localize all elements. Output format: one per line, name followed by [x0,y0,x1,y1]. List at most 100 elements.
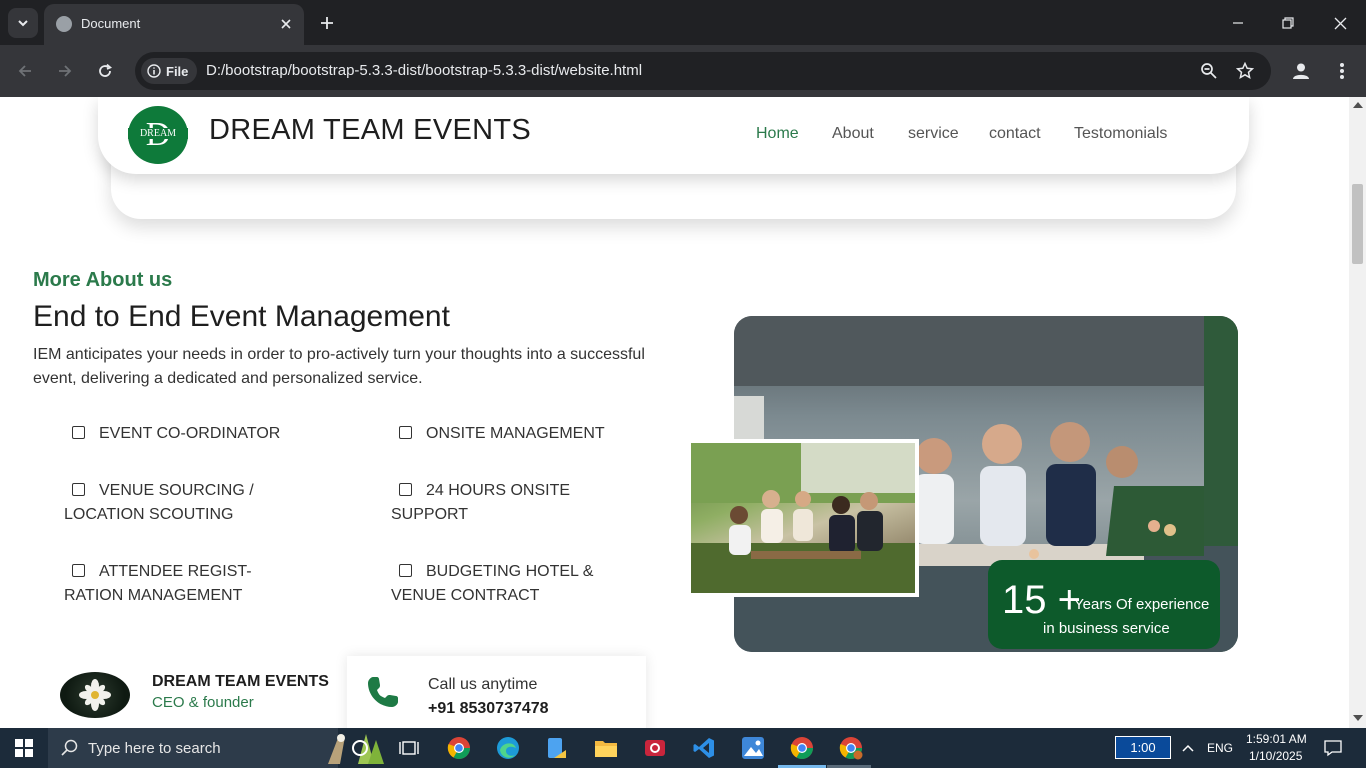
tab-search-button[interactable] [8,8,38,38]
checkbox-icon [72,483,85,496]
bookmark-star-icon[interactable] [1235,61,1255,81]
tab-close-button[interactable] [276,14,296,34]
scroll-down-arrow-icon[interactable] [1353,715,1363,721]
clock-date[interactable]: 1/10/2025 [1249,749,1302,763]
chevron-up-icon[interactable] [1182,743,1194,753]
files-app-taskbar-icon[interactable] [543,734,571,762]
section-subtitle: More About us [33,269,173,291]
file-chip-label: File [166,63,189,79]
experience-text-line1: Years Of experience [1074,596,1210,613]
feature-item: ONSITE MANAGEMENT [391,422,641,446]
browser-tab[interactable]: Document [44,4,304,45]
browser-titlebar: Document [0,0,1366,45]
restore-button[interactable] [1268,8,1308,38]
founder-role: CEO & founder [152,694,254,711]
section-title: End to End Event Management [33,300,450,333]
group-people-illustration [691,443,915,593]
kebab-menu-icon[interactable] [1328,57,1356,85]
address-bar[interactable]: File D:/bootstrap/bootstrap-5.3.3-dist/b… [135,52,1271,90]
scroll-thumb[interactable] [1352,184,1363,264]
experience-number: 15 + [1002,578,1081,622]
restore-icon [1282,17,1294,29]
site-navbar: D DREAM DREAM TEAM EVENTS Home About ser… [98,97,1249,174]
feature-label: BUDGETING HOTEL & VENUE CONTRACT [391,563,594,604]
flower-icon [79,679,111,711]
file-explorer-taskbar-icon[interactable] [592,734,620,762]
checkbox-icon [399,483,412,496]
chrome-taskbar-icon[interactable] [445,734,473,762]
site-logo[interactable]: D DREAM [128,106,188,164]
site-info-chip[interactable]: File [141,58,197,84]
info-icon [147,64,161,78]
nav-link-service[interactable]: service [908,125,959,143]
nav-link-testimonials[interactable]: Testomonials [1074,125,1167,143]
experience-text-line2: in business service [1043,620,1170,637]
language-indicator[interactable]: ENG [1207,741,1233,755]
scroll-up-arrow-icon[interactable] [1353,102,1363,108]
tray-timer-badge[interactable]: 1:00 [1115,736,1171,759]
chrome-profile-taskbar-icon[interactable] [837,734,865,762]
reload-button[interactable] [91,57,119,85]
chrome-active-taskbar-icon[interactable] [788,734,816,762]
section-paragraph: IEM anticipates your needs in order to p… [33,346,645,387]
close-window-button[interactable] [1320,8,1360,38]
page-scrollbar[interactable] [1349,97,1366,728]
new-tab-button[interactable] [314,10,340,36]
task-view-icon[interactable] [395,734,423,762]
checkbox-icon [72,564,85,577]
photos-app-taskbar-icon[interactable] [739,734,767,762]
logo-text: DREAM [128,128,188,139]
search-placeholder: Type here to search [88,740,221,757]
close-icon [281,19,291,29]
brand-name[interactable]: DREAM TEAM EVENTS [209,114,531,147]
phone-icon [368,677,398,707]
browser-toolbar: File D:/bootstrap/bootstrap-5.3.3-dist/b… [0,45,1366,97]
feature-label: EVENT CO-ORDINATOR [99,425,281,442]
chevron-down-icon [18,20,28,27]
profile-icon[interactable] [1287,57,1315,85]
nav-link-contact[interactable]: contact [989,125,1041,143]
notification-icon[interactable] [1324,739,1342,757]
feature-item: BUDGETING HOTEL & VENUE CONTRACT [391,560,606,608]
feature-item: VENUE SOURCING / LOCATION SCOUTING [64,479,279,527]
feature-label: VENUE SOURCING / LOCATION SCOUTING [64,482,254,523]
arrow-left-icon [18,65,31,77]
cortana-icon[interactable] [346,734,374,762]
nav-link-about[interactable]: About [832,125,874,143]
tab-title: Document [81,16,141,31]
reload-icon [99,63,112,77]
search-icon [61,739,78,756]
arrow-right-icon [59,65,72,77]
zoom-icon[interactable] [1199,61,1219,81]
windows-taskbar: Type here to search 1:00 ENG 1:59:01 AM … [0,728,1366,768]
experience-badge: 15 + Years Of experience in business ser… [988,560,1220,649]
plus-icon [321,17,333,29]
phone-number[interactable]: +91 8530737478 [428,700,549,718]
page-viewport: D DREAM DREAM TEAM EVENTS Home About ser… [0,97,1349,728]
vscode-taskbar-icon[interactable] [690,734,718,762]
founder-avatar [60,672,130,718]
start-button[interactable] [0,728,48,768]
camera-app-taskbar-icon[interactable] [641,734,669,762]
feature-label: 24 HOURS ONSITE SUPPORT [391,482,571,523]
taskbar-search-box[interactable]: Type here to search [48,728,384,768]
minimize-icon [1233,22,1243,24]
nav-link-home[interactable]: Home [756,125,799,143]
edge-taskbar-icon[interactable] [494,734,522,762]
feature-label: ONSITE MANAGEMENT [426,425,605,442]
feature-label: ATTENDEE REGIST- RATION MANAGEMENT [64,563,252,604]
feature-item: 24 HOURS ONSITE SUPPORT [391,479,591,527]
minimize-button[interactable] [1218,8,1258,38]
back-button[interactable] [11,57,39,85]
close-icon [1334,17,1346,29]
url-text[interactable]: D:/bootstrap/bootstrap-5.3.3-dist/bootst… [206,62,642,79]
clock-time[interactable]: 1:59:01 AM [1246,732,1307,746]
feature-item: EVENT CO-ORDINATOR [64,422,314,446]
about-secondary-photo [687,439,919,597]
founder-name: DREAM TEAM EVENTS [152,673,329,690]
call-us-card[interactable]: Call us anytime +91 8530737478 [347,656,646,728]
feature-item: ATTENDEE REGIST- RATION MANAGEMENT [64,560,314,608]
checkbox-icon [72,426,85,439]
forward-button[interactable] [51,57,79,85]
globe-icon [56,16,72,32]
